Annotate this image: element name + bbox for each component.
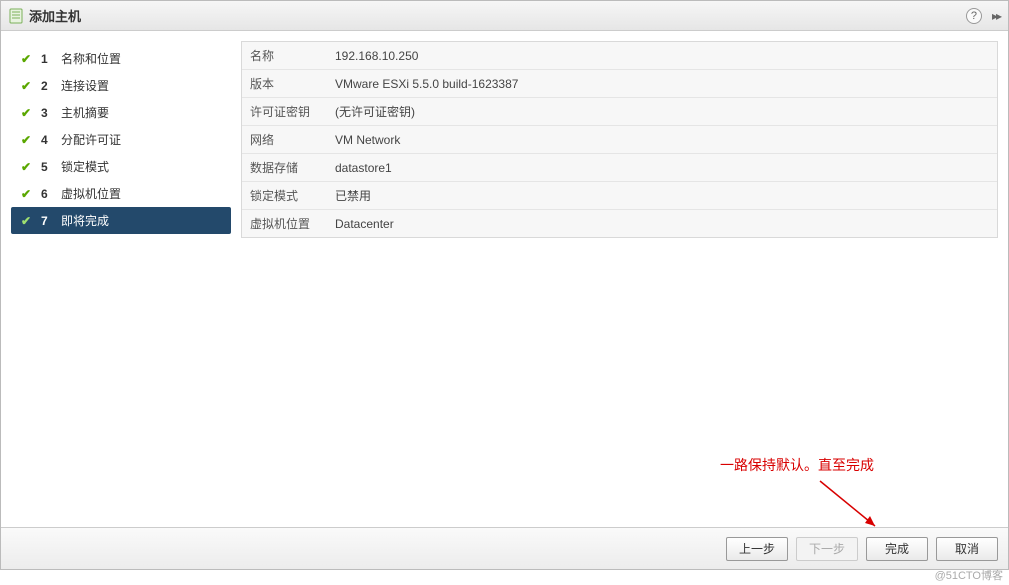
summary-row-network: 网络 VM Network xyxy=(242,126,997,154)
summary-row-vm-location: 虚拟机位置 Datacenter xyxy=(242,210,997,237)
step-number: 1 xyxy=(41,52,53,66)
step-number: 2 xyxy=(41,79,53,93)
summary-value: Datacenter xyxy=(327,212,997,236)
titlebar: 添加主机 ? ▸▸ xyxy=(1,1,1008,31)
summary-table: 名称 192.168.10.250 版本 VMware ESXi 5.5.0 b… xyxy=(241,41,998,238)
check-icon: ✔ xyxy=(19,106,33,120)
step-number: 4 xyxy=(41,133,53,147)
step-lockdown-mode[interactable]: ✔ 5 锁定模式 xyxy=(11,153,231,180)
dialog-footer: 上一步 下一步 完成 取消 xyxy=(1,527,1008,569)
summary-key: 网络 xyxy=(242,126,327,153)
step-number: 3 xyxy=(41,106,53,120)
step-label: 连接设置 xyxy=(61,77,109,94)
host-icon xyxy=(9,8,23,24)
finish-button[interactable]: 完成 xyxy=(866,537,928,561)
back-button[interactable]: 上一步 xyxy=(726,537,788,561)
summary-row-version: 版本 VMware ESXi 5.5.0 build-1623387 xyxy=(242,70,997,98)
summary-value: 已禁用 xyxy=(327,182,997,209)
check-icon: ✔ xyxy=(19,52,33,66)
summary-key: 许可证密钥 xyxy=(242,98,327,125)
check-icon: ✔ xyxy=(19,133,33,147)
step-number: 7 xyxy=(41,214,53,228)
step-name-location[interactable]: ✔ 1 名称和位置 xyxy=(11,45,231,72)
step-vm-location[interactable]: ✔ 6 虚拟机位置 xyxy=(11,180,231,207)
check-icon: ✔ xyxy=(19,187,33,201)
step-host-summary[interactable]: ✔ 3 主机摘要 xyxy=(11,99,231,126)
summary-value: 192.168.10.250 xyxy=(327,44,997,68)
summary-key: 锁定模式 xyxy=(242,182,327,209)
watermark: @51CTO博客 xyxy=(935,567,1003,583)
summary-value: VM Network xyxy=(327,128,997,152)
check-icon: ✔ xyxy=(19,160,33,174)
summary-row-name: 名称 192.168.10.250 xyxy=(242,42,997,70)
next-button: 下一步 xyxy=(796,537,858,561)
dialog-title: 添加主机 xyxy=(29,6,960,25)
summary-value: VMware ESXi 5.5.0 build-1623387 xyxy=(327,72,997,96)
step-label: 即将完成 xyxy=(61,212,109,229)
wizard-sidebar: ✔ 1 名称和位置 ✔ 2 连接设置 ✔ 3 主机摘要 ✔ 4 分配许可证 ✔ xyxy=(11,41,231,517)
check-icon: ✔ xyxy=(19,79,33,93)
step-connection[interactable]: ✔ 2 连接设置 xyxy=(11,72,231,99)
summary-value: (无许可证密钥) xyxy=(327,98,997,125)
check-icon: ✔ xyxy=(19,214,33,228)
step-label: 虚拟机位置 xyxy=(61,185,121,202)
step-assign-license[interactable]: ✔ 4 分配许可证 xyxy=(11,126,231,153)
step-number: 5 xyxy=(41,160,53,174)
step-ready-to-complete[interactable]: ✔ 7 即将完成 xyxy=(11,207,231,234)
help-icon[interactable]: ? xyxy=(966,8,982,24)
step-label: 分配许可证 xyxy=(61,131,121,148)
summary-row-datastore: 数据存储 datastore1 xyxy=(242,154,997,182)
step-label: 锁定模式 xyxy=(61,158,109,175)
summary-value: datastore1 xyxy=(327,156,997,180)
dialog-body: ✔ 1 名称和位置 ✔ 2 连接设置 ✔ 3 主机摘要 ✔ 4 分配许可证 ✔ xyxy=(1,31,1008,527)
step-number: 6 xyxy=(41,187,53,201)
content-area: 名称 192.168.10.250 版本 VMware ESXi 5.5.0 b… xyxy=(241,41,998,517)
summary-row-license: 许可证密钥 (无许可证密钥) xyxy=(242,98,997,126)
summary-key: 数据存储 xyxy=(242,154,327,181)
summary-key: 名称 xyxy=(242,42,327,69)
summary-key: 虚拟机位置 xyxy=(242,210,327,237)
collapse-icon[interactable]: ▸▸ xyxy=(988,9,1000,23)
add-host-dialog: 添加主机 ? ▸▸ ✔ 1 名称和位置 ✔ 2 连接设置 ✔ 3 主机摘要 ✔ … xyxy=(0,0,1009,570)
step-label: 名称和位置 xyxy=(61,50,121,67)
step-label: 主机摘要 xyxy=(61,104,109,121)
summary-row-lockdown: 锁定模式 已禁用 xyxy=(242,182,997,210)
summary-key: 版本 xyxy=(242,70,327,97)
cancel-button[interactable]: 取消 xyxy=(936,537,998,561)
